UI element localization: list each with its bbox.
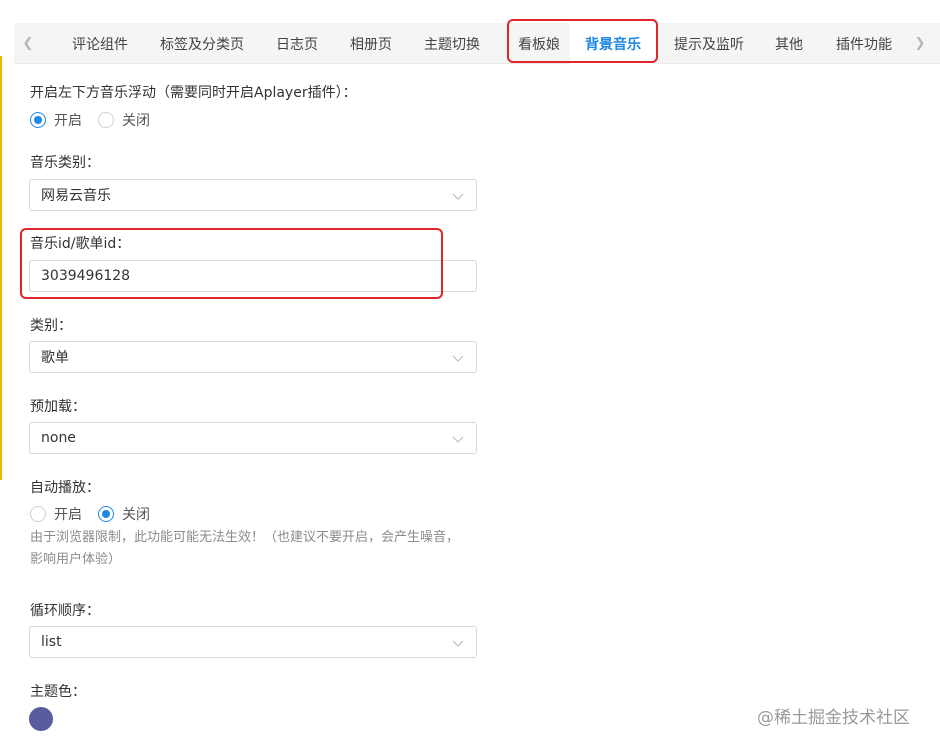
- floating-music-label: 开启左下方音乐浮动（需要同时开启Aplayer插件）：: [30, 85, 357, 101]
- category-select[interactable]: 歌单: [29, 341, 477, 373]
- loop-order-value: list: [41, 634, 62, 650]
- category-value: 歌单: [41, 350, 69, 366]
- theme-color-swatch[interactable]: [29, 707, 53, 731]
- left-accent-bar: [0, 56, 2, 480]
- floating-music-option-on[interactable]: 开启: [30, 110, 82, 130]
- watermark: @稀土掘金技术社区: [757, 708, 910, 728]
- preload-select[interactable]: none: [29, 422, 477, 454]
- radio-checked-icon[interactable]: [98, 506, 114, 522]
- tab-other[interactable]: 其他: [766, 23, 812, 64]
- tab-journal-page[interactable]: 日志页: [266, 23, 328, 64]
- theme-color-label: 主题色：: [30, 684, 86, 700]
- autoplay-option-off[interactable]: 关闭: [98, 504, 150, 524]
- tab-theme-switch[interactable]: 主题切换: [414, 23, 490, 64]
- chevron-down-icon: [452, 355, 464, 362]
- music-type-select[interactable]: 网易云音乐: [29, 179, 477, 211]
- chevron-down-icon: [452, 193, 464, 200]
- autoplay-label: 自动播放：: [30, 480, 100, 496]
- preload-label: 预加载：: [30, 399, 86, 415]
- music-type-label: 音乐类别：: [30, 155, 100, 171]
- preload-value: none: [41, 430, 76, 446]
- tab-tags-categories[interactable]: 标签及分类页: [150, 23, 254, 64]
- tab-tips-listen[interactable]: 提示及监听: [666, 23, 752, 64]
- autoplay-radio-group: 开启 关闭: [30, 504, 166, 524]
- radio-unchecked-icon[interactable]: [98, 112, 114, 128]
- tab-scroll-left-icon[interactable]: ❮: [14, 23, 42, 64]
- radio-checked-icon[interactable]: [30, 112, 46, 128]
- autoplay-hint: 由于浏览器限制，此功能可能无法生效！（也建议不要开启，会产生噪音，影响用户体验）: [30, 530, 460, 567]
- chevron-down-icon: [452, 436, 464, 443]
- tab-plugin-features[interactable]: 插件功能: [828, 23, 900, 64]
- autoplay-option-on[interactable]: 开启: [30, 504, 82, 524]
- chevron-down-icon: [452, 640, 464, 647]
- settings-tab-bar: ❮ 评论组件 标签及分类页 日志页 相册页 主题切换 看板娘 背景音乐 提示及监…: [14, 23, 940, 64]
- tab-scroll-right-icon[interactable]: ❯: [906, 23, 934, 64]
- loop-order-select[interactable]: list: [29, 626, 477, 658]
- music-type-value: 网易云音乐: [41, 188, 111, 204]
- floating-music-radio-group: 开启 关闭: [30, 110, 166, 130]
- category-label: 类别：: [30, 318, 72, 334]
- highlight-box-tabs: [507, 19, 658, 63]
- radio-unchecked-icon[interactable]: [30, 506, 46, 522]
- highlight-box-music-id: [20, 228, 443, 299]
- floating-music-option-off[interactable]: 关闭: [98, 110, 150, 130]
- tab-comment-component[interactable]: 评论组件: [58, 23, 142, 64]
- loop-order-label: 循环顺序：: [30, 603, 100, 619]
- tab-album-page[interactable]: 相册页: [340, 23, 402, 64]
